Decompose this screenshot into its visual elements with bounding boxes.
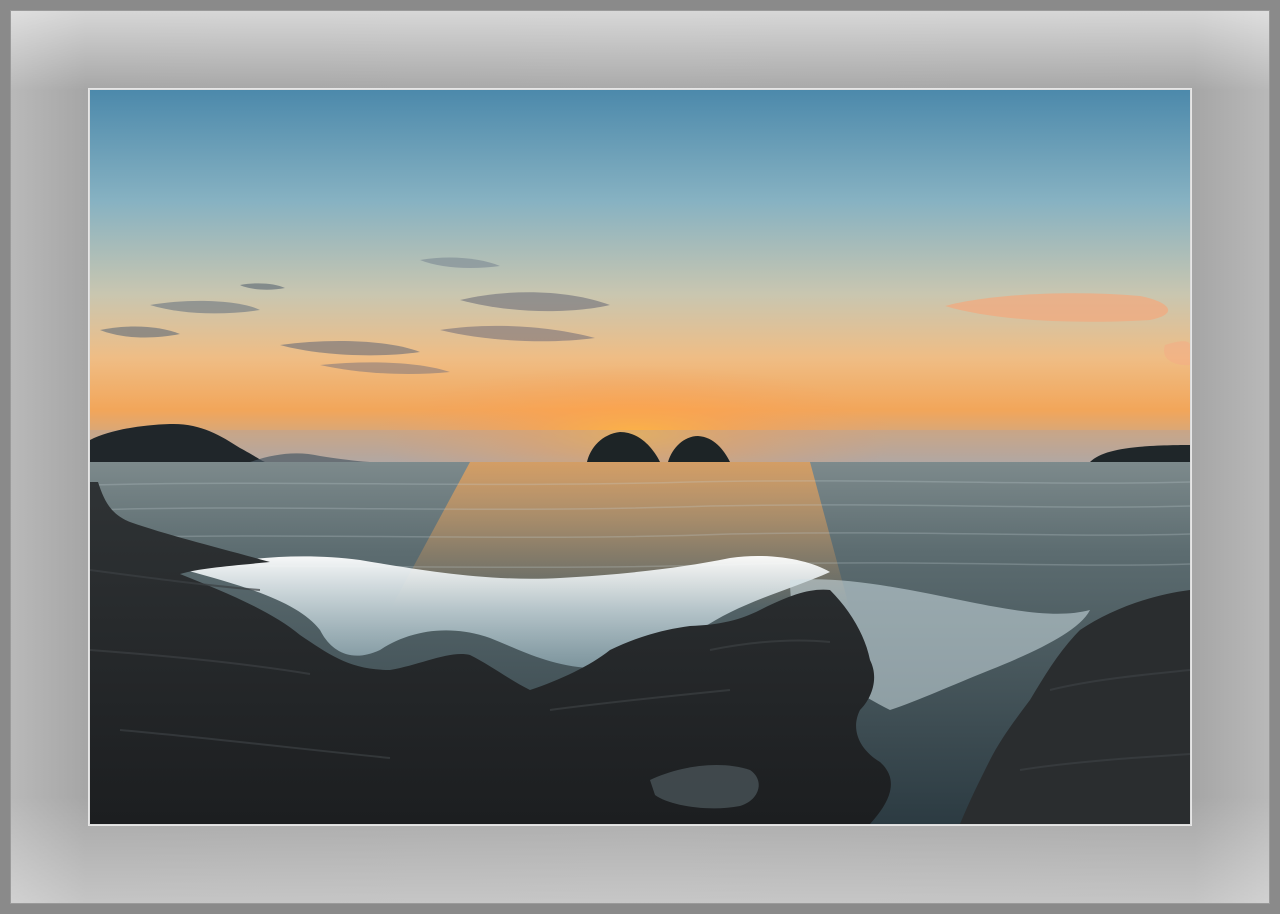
seascape-photo bbox=[90, 90, 1190, 824]
picture-frame bbox=[0, 0, 1280, 914]
